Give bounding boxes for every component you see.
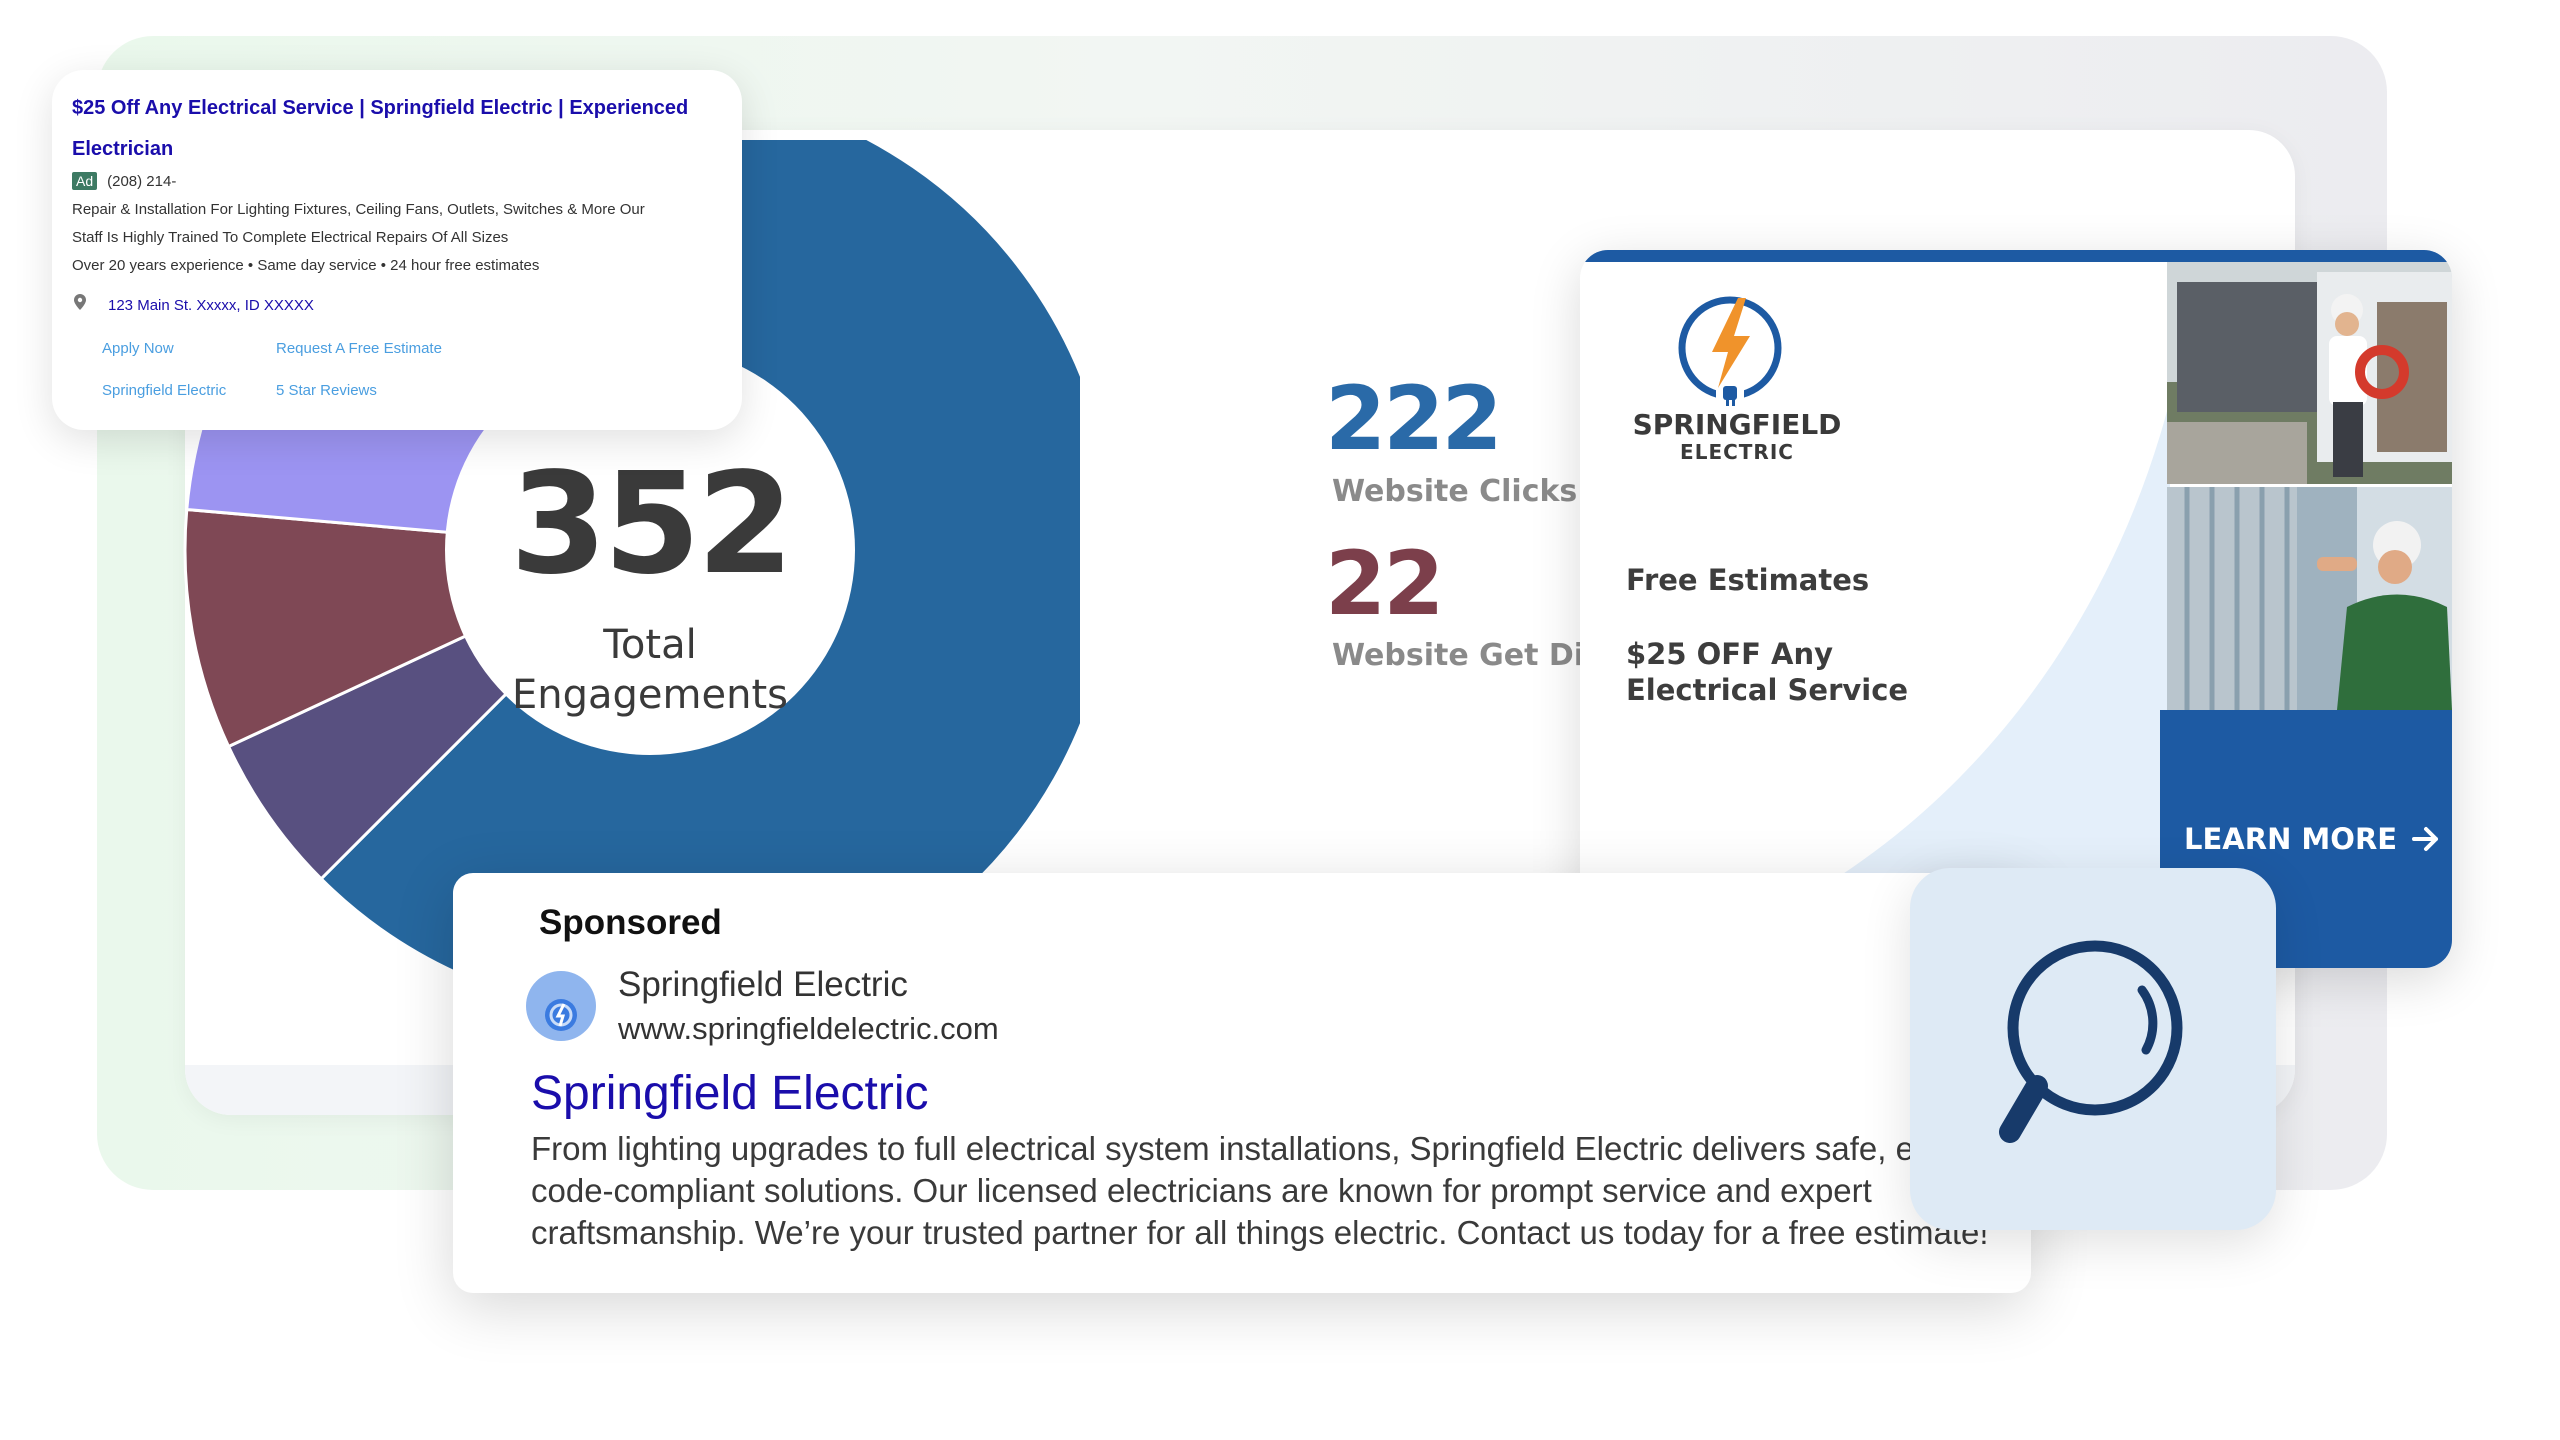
banner-free-estimates: Free Estimates bbox=[1626, 563, 1870, 597]
sponsored-label: Sponsored bbox=[539, 903, 722, 942]
total-engagements-label-line2: Engagements bbox=[512, 672, 788, 718]
text-ad-phone-row: Ad (208) 214- bbox=[72, 172, 176, 190]
ad-badge: Ad bbox=[72, 172, 98, 190]
electrician-van-photo bbox=[2167, 262, 2452, 484]
sponsored-search-result: Sponsored Springfield Electric www.sprin… bbox=[453, 873, 2031, 1293]
search-icon bbox=[1999, 940, 2183, 1143]
text-ad-desc-line2: Staff Is Highly Trained To Complete Elec… bbox=[72, 229, 509, 246]
banner-offer-line1: $25 OFF Any bbox=[1626, 637, 1833, 671]
total-engagements-value: 352 bbox=[509, 443, 794, 606]
sponsored-display-url[interactable]: www.springfieldelectric.com bbox=[618, 1011, 999, 1047]
brand-name: SPRINGFIELD bbox=[1632, 408, 1842, 441]
sitelink-apply-now[interactable]: Apply Now bbox=[102, 340, 174, 357]
sitelink-request-estimate[interactable]: Request A Free Estimate bbox=[276, 340, 442, 357]
total-engagements-label-line1: Total bbox=[603, 622, 697, 668]
text-ad-desc-line1: Repair & Installation For Lighting Fixtu… bbox=[72, 201, 645, 218]
sponsored-headline-link[interactable]: Springfield Electric bbox=[531, 1066, 929, 1121]
sponsored-description: From lighting upgrades to full electrica… bbox=[531, 1130, 2004, 1251]
sitelink-springfield-electric[interactable]: Springfield Electric bbox=[102, 382, 226, 399]
brand-subtitle: ELECTRIC bbox=[1680, 440, 1794, 464]
website-clicks-label: Website Clicks to bbox=[1332, 474, 1602, 509]
location-pin-icon bbox=[74, 294, 86, 310]
arrow-right-icon bbox=[2412, 827, 2439, 851]
get-directions-value: 22 bbox=[1325, 532, 1444, 635]
text-ad-phone: (208) 214- bbox=[107, 173, 177, 190]
site-favicon-icon bbox=[526, 971, 596, 1041]
electrician-panel-photo bbox=[2167, 487, 2452, 710]
search-text-ad: $25 Off Any Electrical Service | Springf… bbox=[52, 70, 742, 430]
springfield-logo-icon bbox=[1678, 296, 1782, 406]
text-ad-address[interactable]: 123 Main St. Xxxxx, ID XXXXX bbox=[108, 297, 314, 314]
total-engagements-label: Total Engagements bbox=[440, 620, 860, 720]
text-ad-desc-line3: Over 20 years experience • Same day serv… bbox=[72, 257, 540, 274]
website-clicks-value: 222 bbox=[1325, 367, 1503, 470]
get-directions-label: Website Get Direc bbox=[1332, 638, 1582, 673]
learn-more-button[interactable]: LEARN MORE bbox=[2184, 822, 2441, 856]
sponsored-advertiser-name: Springfield Electric bbox=[618, 965, 908, 1004]
search-tile[interactable] bbox=[1910, 868, 2276, 1230]
learn-more-label: LEARN MORE bbox=[2184, 822, 2398, 856]
display-banner-ad[interactable]: SPRINGFIELD ELECTRIC Free Estimates $25 … bbox=[1580, 250, 2452, 968]
sitelink-5-star-reviews[interactable]: 5 Star Reviews bbox=[276, 382, 377, 399]
banner-offer-line2: Electrical Service bbox=[1626, 673, 1909, 707]
text-ad-title[interactable]: $25 Off Any Electrical Service | Springf… bbox=[72, 88, 732, 170]
